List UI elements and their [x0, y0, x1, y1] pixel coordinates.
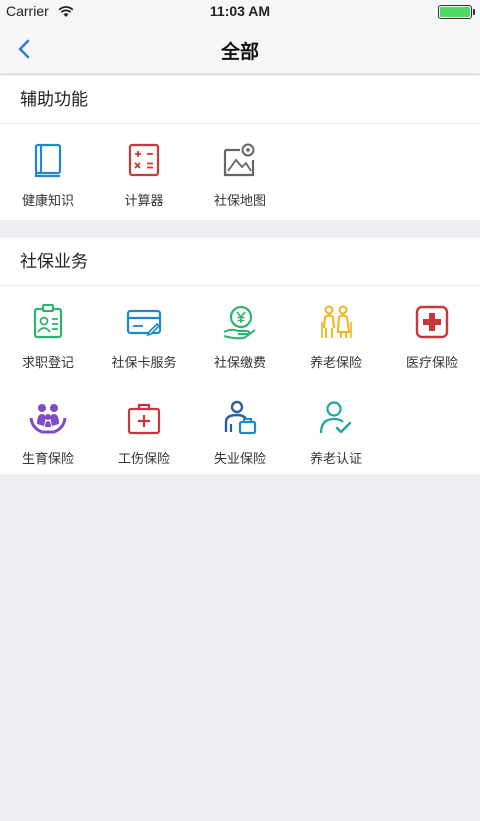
map-icon	[223, 143, 255, 177]
biz-item-label: 求职登记	[21, 356, 74, 371]
biz-item-unemployment[interactable]: 失业保险	[192, 394, 288, 490]
status-bar: Carrier 11:03 AM	[0, 0, 480, 24]
aux-section: 辅助功能 健康知识 计算器 社保地图	[0, 76, 480, 220]
biz-item-medical[interactable]: 医疗保险	[384, 298, 480, 394]
biz-item-label: 工伤保险	[117, 452, 170, 467]
aux-item-label: 社保地图	[213, 194, 266, 209]
book-icon	[34, 143, 62, 178]
aux-item-label: 计算器	[124, 194, 164, 209]
biz-item-label: 生育保险	[21, 452, 74, 467]
aux-item-label: 健康知识	[21, 194, 74, 209]
biz-section: 社保业务 求职登记 社保卡服务 社保缴费 养老保险 医疗保险 生育保险 工伤保险…	[0, 238, 480, 474]
payment-icon	[223, 305, 256, 340]
aux-section-title: 辅助功能	[0, 76, 480, 124]
biz-item-label: 养老认证	[309, 452, 362, 467]
page-title: 全部	[220, 41, 259, 63]
calculator-icon	[128, 143, 160, 177]
biz-item-label: 社保卡服务	[111, 356, 177, 371]
unemployed-person-icon	[224, 400, 257, 435]
biz-item-label: 养老保险	[309, 356, 362, 371]
medical-cross-icon	[415, 305, 449, 339]
biz-item-label: 社保缴费	[213, 356, 266, 371]
person-check-icon	[319, 401, 352, 434]
aux-item-health[interactable]: 健康知识	[0, 136, 96, 232]
card-icon	[126, 309, 162, 337]
navigation-bar: 全部	[0, 24, 480, 74]
biz-item-pension[interactable]: 养老保险	[288, 298, 384, 394]
biz-item-payment[interactable]: 社保缴费	[192, 298, 288, 394]
biz-section-title: 社保业务	[0, 238, 480, 286]
aux-item-calculator[interactable]: 计算器	[96, 136, 192, 232]
biz-item-card-service[interactable]: 社保卡服务	[96, 298, 192, 394]
biz-item-pension-auth[interactable]: 养老认证	[288, 394, 384, 490]
biz-item-maternity[interactable]: 生育保险	[0, 394, 96, 490]
clock: 11:03 AM	[209, 3, 271, 19]
id-card-icon	[33, 304, 63, 339]
biz-item-label: 医疗保险	[405, 356, 458, 371]
elderly-couple-icon	[321, 305, 352, 338]
family-icon	[29, 404, 67, 434]
aux-item-map[interactable]: 社保地图	[192, 136, 288, 232]
battery-icon	[438, 5, 475, 19]
biz-item-injury[interactable]: 工伤保险	[96, 394, 192, 490]
first-aid-kit-icon	[127, 403, 161, 435]
biz-item-label: 失业保险	[213, 452, 266, 467]
biz-item-job-registration[interactable]: 求职登记	[0, 298, 96, 394]
